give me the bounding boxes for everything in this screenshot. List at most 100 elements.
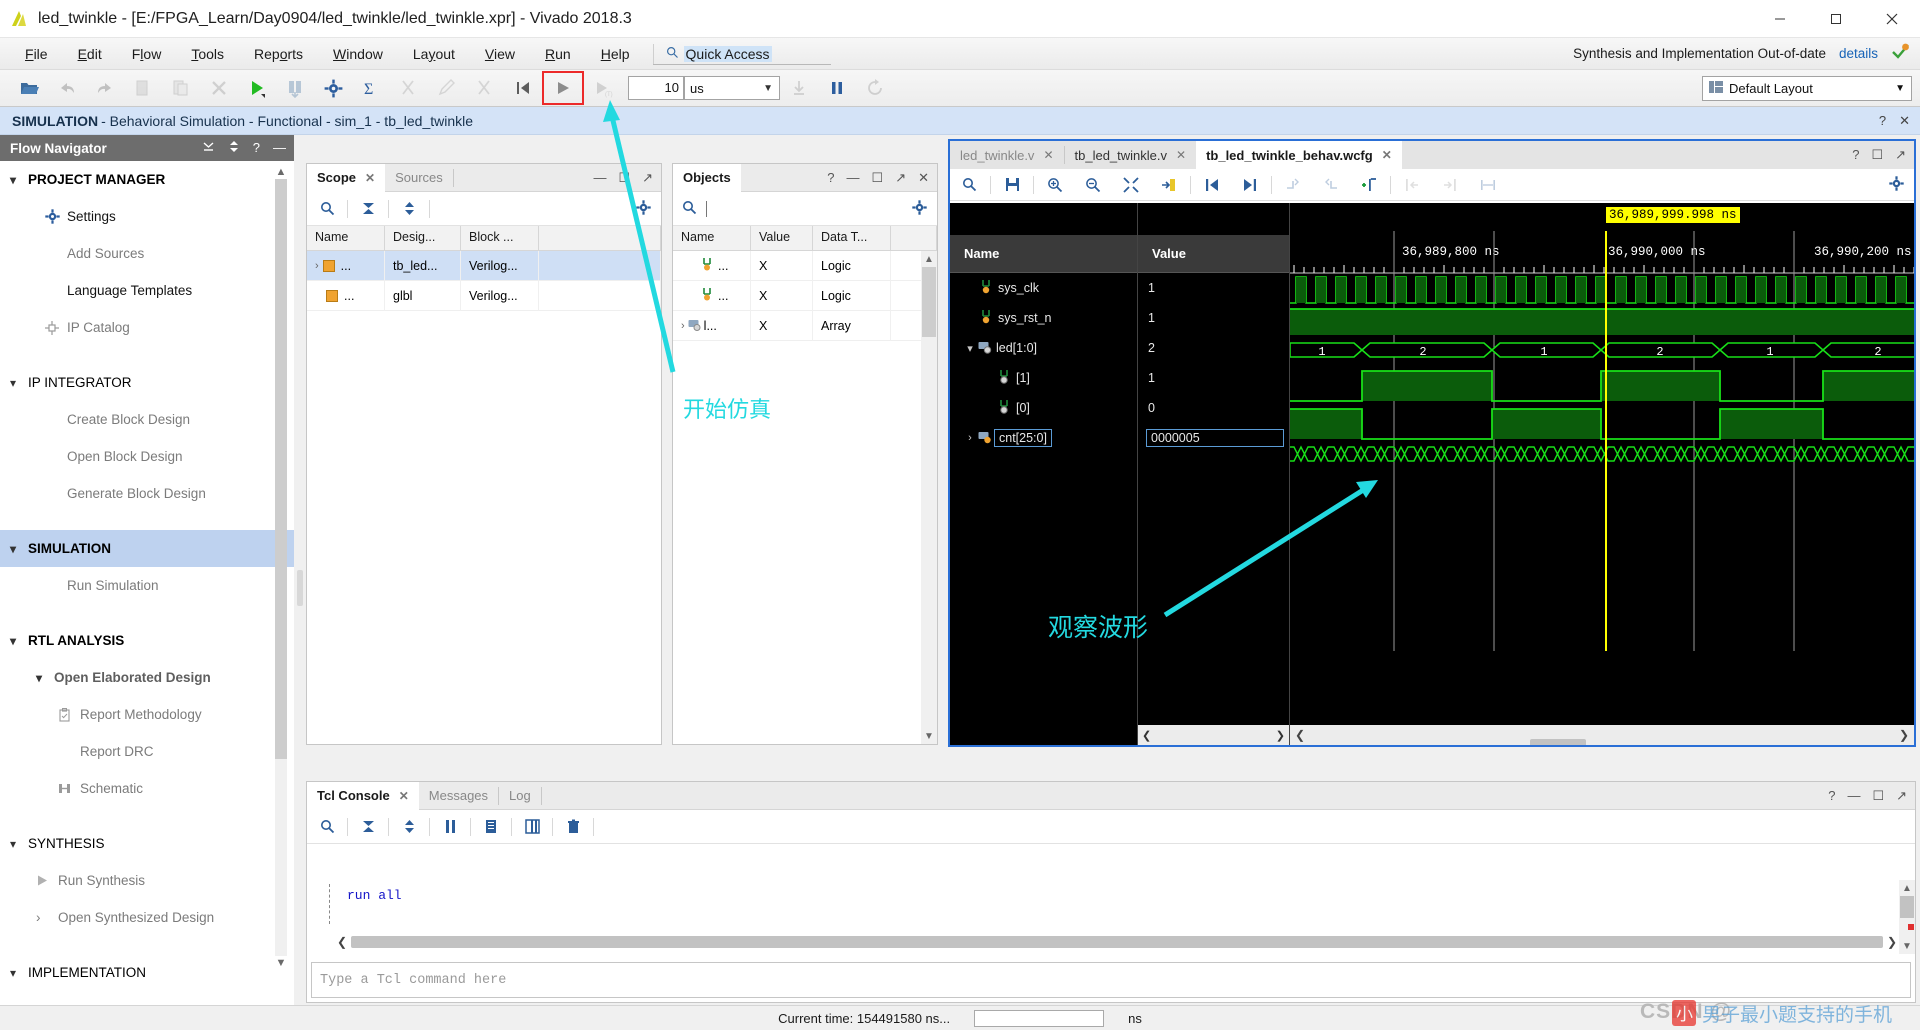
- scroll-up-arrow-icon[interactable]: ▲: [921, 251, 937, 267]
- help-icon[interactable]: ?: [827, 170, 834, 185]
- scroll-right-arrow-icon[interactable]: ❯: [1887, 935, 1897, 949]
- scrollbar-thumb[interactable]: [922, 267, 936, 337]
- table-row[interactable]: › ... tb_led... Verilog...: [307, 251, 661, 281]
- zoom-out-icon[interactable]: [1082, 177, 1104, 193]
- zoom-fit-icon[interactable]: [1120, 177, 1142, 193]
- add-marker-icon[interactable]: [1358, 177, 1380, 193]
- close-button[interactable]: [1864, 0, 1920, 38]
- close-icon[interactable]: ✕: [1382, 148, 1392, 162]
- undo-icon[interactable]: [55, 76, 79, 100]
- previous-transition-icon[interactable]: [1201, 177, 1223, 193]
- scrollbar-thumb[interactable]: [1530, 739, 1586, 745]
- menu-reports[interactable]: Reports: [239, 42, 318, 66]
- maximize-icon[interactable]: ☐: [1872, 788, 1884, 804]
- tcl-hscrollbar[interactable]: ❮ ❯: [337, 934, 1897, 950]
- close-icon[interactable]: ✕: [1176, 148, 1186, 162]
- scroll-up-arrow-icon[interactable]: ▲: [1899, 880, 1915, 896]
- pause-icon[interactable]: [437, 819, 463, 834]
- scroll-right-arrow-icon[interactable]: ❯: [1894, 728, 1914, 742]
- sigma-icon[interactable]: Σ: [359, 76, 383, 100]
- float-icon[interactable]: ↗: [1896, 788, 1907, 804]
- flownav-section-implementation[interactable]: ▾ IMPLEMENTATION: [0, 954, 294, 991]
- run-icon[interactable]: [245, 76, 269, 100]
- previous-marker-icon[interactable]: [1282, 177, 1304, 193]
- tab-messages[interactable]: Messages: [419, 782, 498, 810]
- save-icon[interactable]: [1001, 177, 1023, 192]
- close-icon[interactable]: ✕: [1899, 113, 1910, 129]
- tab-scope[interactable]: Scope ✕: [307, 164, 385, 192]
- flownav-section-rtl-analysis[interactable]: ▾ RTL ANALYSIS: [0, 622, 294, 659]
- settings-gear-icon[interactable]: [321, 76, 345, 100]
- run-for-time-icon[interactable]: (T): [591, 76, 615, 100]
- gear-icon[interactable]: [1889, 176, 1904, 194]
- tab-sources[interactable]: Sources: [385, 164, 453, 192]
- float-icon[interactable]: ↗: [895, 170, 906, 186]
- table-row[interactable]: ... glbl Verilog...: [307, 281, 661, 311]
- layout-select[interactable]: Default Layout ▼: [1702, 76, 1912, 101]
- sidebar-item-report-methodology[interactable]: Report Methodology: [0, 696, 294, 733]
- signal-row-sys-rst-n[interactable]: sys_rst_n: [950, 303, 1137, 333]
- next-transition-icon[interactable]: [1239, 177, 1261, 193]
- signal-row-led-0[interactable]: [0]: [950, 393, 1137, 423]
- menu-view[interactable]: View: [470, 42, 530, 66]
- sidebar-item-schematic[interactable]: Schematic: [0, 770, 294, 807]
- menu-file[interactable]: File: [10, 42, 63, 66]
- minimize-button[interactable]: [1752, 0, 1808, 38]
- minimize-icon[interactable]: —: [593, 170, 606, 185]
- gear-icon[interactable]: [636, 200, 651, 218]
- close-icon[interactable]: ✕: [1043, 148, 1053, 162]
- tab-tb-led-twinkle-v[interactable]: tb_led_twinkle.v ✕: [1065, 141, 1197, 169]
- search-icon[interactable]: [958, 177, 980, 192]
- help-icon[interactable]: ?: [1852, 147, 1859, 163]
- next-marker-icon[interactable]: [1320, 177, 1342, 193]
- close-icon[interactable]: ✕: [365, 171, 375, 185]
- pause-sim-icon[interactable]: [825, 76, 849, 100]
- tcl-command-input[interactable]: Type a Tcl command here: [311, 962, 1911, 998]
- sidebar-item-open-synthesized-design[interactable]: › Open Synthesized Design: [0, 899, 294, 936]
- sidebar-item-open-elaborated-design[interactable]: ▾ Open Elaborated Design: [0, 659, 294, 696]
- trash-icon[interactable]: [560, 819, 586, 834]
- status-time-field[interactable]: [974, 1010, 1104, 1027]
- float-icon[interactable]: ↗: [1895, 147, 1906, 163]
- sidebar-item-language-templates[interactable]: Language Templates: [0, 272, 294, 309]
- minimize-icon[interactable]: —: [847, 170, 860, 185]
- scroll-left-arrow-icon[interactable]: ❮: [1290, 728, 1310, 742]
- scroll-left-arrow-icon[interactable]: ❮: [1142, 729, 1151, 742]
- scroll-down-arrow-icon[interactable]: ▼: [1899, 938, 1915, 954]
- expand-all-icon[interactable]: [396, 819, 422, 834]
- scrollbar-thumb[interactable]: [275, 179, 287, 759]
- close-icon[interactable]: ✕: [399, 789, 409, 803]
- scroll-down-arrow-icon[interactable]: ▼: [921, 728, 937, 744]
- copy-icon[interactable]: [478, 819, 504, 834]
- maximize-icon[interactable]: ☐: [1871, 147, 1883, 163]
- previous-marker-jump-icon[interactable]: [1401, 177, 1423, 193]
- measure-icon[interactable]: [1477, 177, 1499, 193]
- scrollbar-thumb[interactable]: [1900, 896, 1914, 918]
- tab-led-twinkle-v[interactable]: led_twinkle.v ✕: [950, 141, 1064, 169]
- tcl-console-output[interactable]: run all ❮ ❯ ▲ ▼: [307, 880, 1915, 954]
- collapse-all-icon[interactable]: [202, 140, 215, 156]
- sim-time-unit-select[interactable]: us ▼: [684, 76, 780, 100]
- menu-window[interactable]: Window: [318, 42, 398, 66]
- delete-icon[interactable]: [207, 76, 231, 100]
- flownav-section-project-manager[interactable]: ▾ PROJECT MANAGER: [0, 161, 294, 198]
- sidebar-item-open-block-design[interactable]: Open Block Design: [0, 438, 294, 475]
- float-icon[interactable]: ↗: [642, 170, 653, 186]
- sidebar-item-run-synthesis[interactable]: Run Synthesis: [0, 862, 294, 899]
- flownav-section-simulation[interactable]: ▾ SIMULATION: [0, 530, 294, 567]
- scroll-left-arrow-icon[interactable]: ❮: [337, 935, 347, 949]
- details-link[interactable]: details: [1839, 46, 1878, 61]
- cut-icon[interactable]: [397, 76, 421, 100]
- collapse-all-icon[interactable]: [355, 201, 381, 216]
- maximize-button[interactable]: [1808, 0, 1864, 38]
- search-icon[interactable]: [314, 201, 340, 216]
- sidebar-item-ip-catalog[interactable]: IP Catalog: [0, 309, 294, 346]
- run-simulation-button-highlighted[interactable]: [544, 73, 582, 103]
- collapse-all-icon[interactable]: [355, 819, 381, 834]
- scroll-down-arrow-icon[interactable]: ▼: [275, 956, 287, 970]
- menu-flow[interactable]: Flow: [117, 42, 177, 66]
- sidebar-item-add-sources[interactable]: Add Sources: [0, 235, 294, 272]
- flownav-section-synthesis[interactable]: ▾ SYNTHESIS: [0, 825, 294, 862]
- gear-icon[interactable]: [912, 200, 927, 218]
- tab-tcl-console[interactable]: Tcl Console ✕: [307, 782, 419, 810]
